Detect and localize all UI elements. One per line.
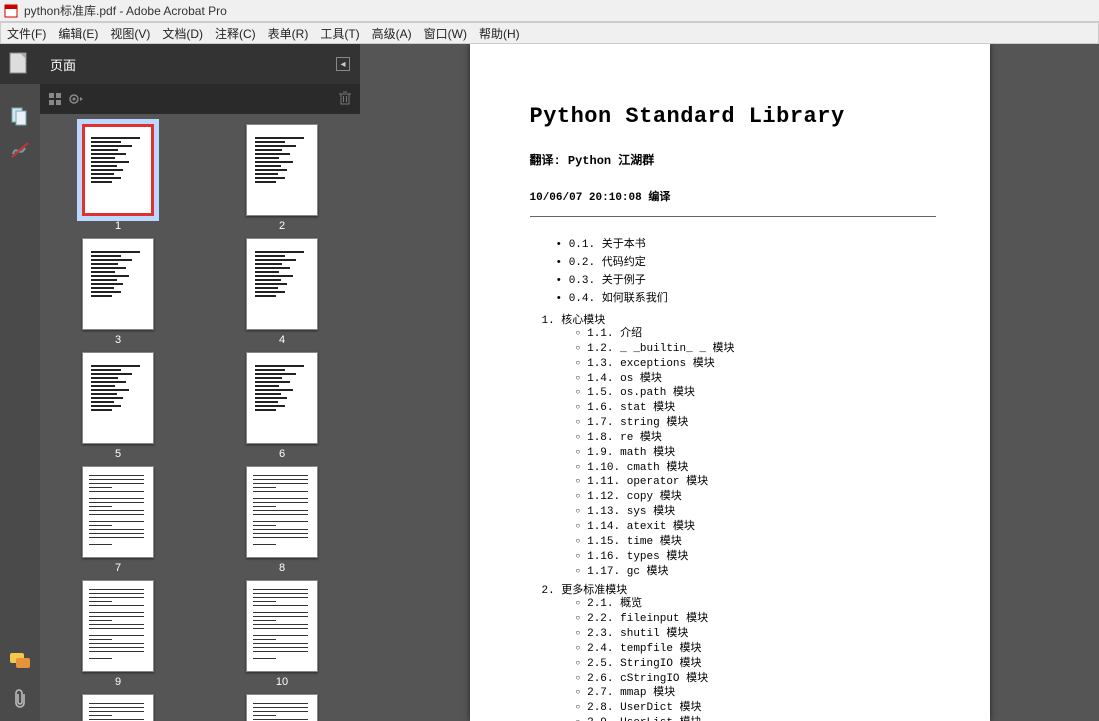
pages-panel-title: 页面 (50, 55, 76, 74)
toc-item: 1.16. types 模块 (576, 550, 936, 565)
pages-panel-toolbar (40, 84, 360, 114)
toc-item: 2.2. fileinput 模块 (576, 612, 936, 627)
toc-item: 2.7. mmap 模块 (576, 686, 936, 701)
options-gear-icon[interactable] (68, 92, 84, 106)
menu-document[interactable]: 文档(D) (162, 25, 203, 42)
page-thumbnail[interactable] (246, 580, 318, 672)
thumbnails-scroll[interactable]: 1 2 3 4 5 6 7 8 9 10 (40, 114, 360, 721)
thumbnail-label: 4 (279, 334, 285, 346)
toc-item: 1.9. math 模块 (576, 446, 936, 461)
toc-item: 1.13. sys 模块 (576, 505, 936, 520)
thumbnail-label: 10 (276, 676, 288, 688)
menu-file[interactable]: 文件(F) (7, 25, 46, 42)
page-subtitle: 翻译: Python 江湖群 (530, 151, 936, 168)
toc-section: 2. 更多标准模块2.1. 概览2.2. fileinput 模块2.3. sh… (542, 581, 936, 721)
signature-icon[interactable] (8, 138, 32, 162)
toc-item: 2.3. shutil 模块 (576, 627, 936, 642)
toc-item: 1.10. cmath 模块 (576, 461, 936, 476)
toc-item: 1.3. exceptions 模块 (576, 357, 936, 372)
toc-item: 2.6. cStringIO 模块 (576, 672, 936, 687)
document-view[interactable]: Python Standard Library 翻译: Python 江湖群 1… (360, 44, 1099, 721)
window-title: python标准库.pdf - Adobe Acrobat Pro (24, 2, 227, 19)
thumbnail-label: 5 (115, 448, 121, 460)
toc-item: 1.1. 介绍 (576, 327, 936, 342)
toc-item: 1.4. os 模块 (576, 372, 936, 387)
page-thumbnail[interactable] (246, 124, 318, 216)
bookmark-icon[interactable] (8, 104, 32, 128)
toc-item: 2.8. UserDict 模块 (576, 701, 936, 716)
toc-item: 1.2. _ _builtin_ _ 模块 (576, 342, 936, 357)
toc-item: 2.5. StringIO 模块 (576, 657, 936, 672)
toc-item: 2.9. UserList 模块 (576, 716, 936, 721)
toc-item: 1.5. os.path 模块 (576, 386, 936, 401)
pdf-page: Python Standard Library 翻译: Python 江湖群 1… (470, 44, 990, 721)
page-thumbnail[interactable] (82, 352, 154, 444)
menu-bar: 文件(F) 编辑(E) 视图(V) 文档(D) 注释(C) 表单(R) 工具(T… (0, 22, 1099, 44)
toc-item: 2.4. tempfile 模块 (576, 642, 936, 657)
pages-panel-icon[interactable] (6, 50, 32, 79)
menu-comment[interactable]: 注释(C) (215, 25, 256, 42)
toc-item: 1.12. copy 模块 (576, 490, 936, 505)
thumbnail-label: 9 (115, 676, 121, 688)
toc-item: 0.1. 关于本书 (556, 235, 936, 251)
attachment-icon[interactable] (8, 687, 32, 711)
page-thumbnail[interactable] (246, 238, 318, 330)
page-divider (530, 216, 936, 217)
delete-page-icon[interactable] (338, 90, 352, 109)
thumbnail-label: 2 (279, 220, 285, 232)
page-title: Python Standard Library (530, 104, 936, 129)
menu-window[interactable]: 窗口(W) (424, 25, 467, 42)
page-thumbnail[interactable] (82, 466, 154, 558)
menu-help[interactable]: 帮助(H) (479, 25, 520, 42)
pages-panel: 页面 ◂ 1 2 3 4 5 6 7 8 9 10 (40, 44, 360, 721)
page-date: 10/06/07 20:10:08 编译 (530, 188, 936, 204)
pages-panel-header: 页面 ◂ (40, 44, 360, 84)
title-bar: python标准库.pdf - Adobe Acrobat Pro (0, 0, 1099, 22)
thumbnail-label: 3 (115, 334, 121, 346)
main-area: 页面 ◂ 1 2 3 4 5 6 7 8 9 10 Python Standard Library… (0, 44, 1099, 721)
toc-item: 1.11. operator 模块 (576, 475, 936, 490)
intro-list: 0.1. 关于本书 0.2. 代码约定 0.3. 关于例子 0.4. 如何联系我们 (530, 235, 936, 305)
toc-section: 1. 核心模块1.1. 介绍1.2. _ _builtin_ _ 模块1.3. … (542, 311, 936, 579)
toc-item: 0.3. 关于例子 (556, 271, 936, 287)
toc-item: 2.1. 概览 (576, 597, 936, 612)
page-thumbnail[interactable] (246, 466, 318, 558)
menu-advanced[interactable]: 高级(A) (372, 25, 412, 42)
toc-item: 0.2. 代码约定 (556, 253, 936, 269)
menu-tools[interactable]: 工具(T) (320, 25, 359, 42)
toc-item: 1.14. atexit 模块 (576, 520, 936, 535)
thumbnail-label: 1 (115, 220, 121, 232)
toc-item: 0.4. 如何联系我们 (556, 289, 936, 305)
toc-item: 1.15. time 模块 (576, 535, 936, 550)
toc-item: 1.7. string 模块 (576, 416, 936, 431)
thumbnail-label: 6 (279, 448, 285, 460)
menu-view[interactable]: 视图(V) (110, 25, 150, 42)
sections-list: 1. 核心模块1.1. 介绍1.2. _ _builtin_ _ 模块1.3. … (530, 311, 936, 721)
page-thumbnail[interactable] (82, 694, 154, 721)
menu-form[interactable]: 表单(R) (268, 25, 309, 42)
left-toolstrip (0, 44, 40, 721)
thumbnail-label: 7 (115, 562, 121, 574)
page-thumbnail[interactable] (246, 352, 318, 444)
pdf-file-icon (4, 4, 18, 18)
toc-item: 1.8. re 模块 (576, 431, 936, 446)
thumbnail-view-icon[interactable] (48, 92, 62, 106)
page-thumbnail[interactable] (82, 580, 154, 672)
thumbnail-label: 8 (279, 562, 285, 574)
menu-edit[interactable]: 编辑(E) (58, 25, 98, 42)
page-thumbnail[interactable] (82, 124, 154, 216)
collapse-panel-button[interactable]: ◂ (336, 57, 350, 71)
toc-item: 1.6. stat 模块 (576, 401, 936, 416)
comments-icon[interactable] (8, 649, 32, 673)
page-thumbnail[interactable] (246, 694, 318, 721)
toc-item: 1.17. gc 模块 (576, 565, 936, 580)
page-thumbnail[interactable] (82, 238, 154, 330)
